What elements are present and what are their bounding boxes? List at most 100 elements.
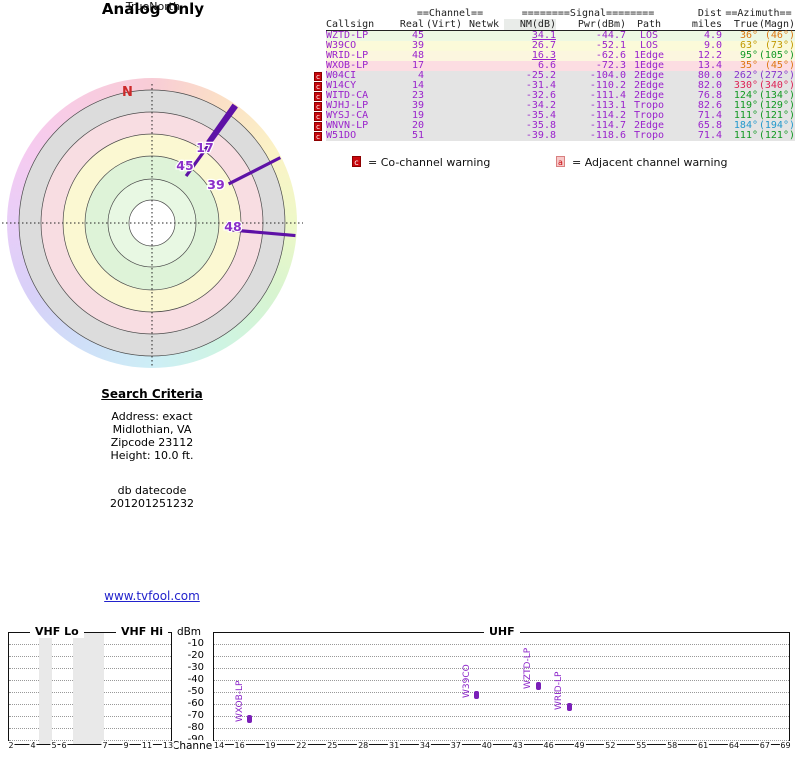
cell-netwk [464, 41, 504, 51]
band-gap [73, 633, 104, 744]
cell-virt [424, 61, 464, 71]
spoke-label-ch39: 39 [207, 177, 224, 192]
cell-real: 51 [396, 131, 424, 141]
radar-plot: 4517 39 48 [2, 84, 303, 366]
warning-cell [313, 41, 326, 51]
cell-virt [424, 71, 464, 81]
dbm-tick-label: -10 [187, 638, 204, 649]
co-channel-warning-icon: c [314, 101, 322, 111]
warning-cell [313, 31, 326, 42]
warning-cell: c [313, 131, 326, 141]
co-channel-warning-icon: c [314, 81, 322, 91]
warning-cell [313, 61, 326, 71]
warning-cell: c [313, 111, 326, 121]
dbm-tick-label: -60 [187, 698, 204, 709]
channel-tick: 22 [295, 741, 308, 750]
co-channel-warning-icon: c [314, 121, 322, 131]
channel-tick: 49 [573, 741, 586, 750]
tvfool-link[interactable]: www.tvfool.com [104, 589, 200, 603]
dbm-axis-label: dBm [176, 626, 202, 638]
table-group-header: ==Channel== ========Signal======== Dist … [313, 8, 795, 19]
gridline [214, 644, 789, 645]
dbm-tick-label: -40 [187, 674, 204, 685]
station-bar-W39CO [474, 690, 479, 699]
vhf-hi-title: VHF Hi [116, 625, 169, 638]
adjacent-channel-warning-icon: a [556, 156, 565, 167]
uhf-spectrum-panel [213, 632, 790, 745]
search-criteria-lines: Address: exact Midlothian, VA Zipcode 23… [110, 410, 194, 462]
cell-netwk [464, 91, 504, 101]
channel-group-header: ==Channel== [416, 7, 484, 19]
dbm-tick-label: -20 [187, 650, 204, 661]
azimuth-group-header: ==Azimuth== [725, 7, 792, 19]
gridline [214, 692, 789, 693]
station-table: ==Channel== ========Signal======== Dist … [313, 8, 795, 141]
warning-cell [313, 51, 326, 61]
co-channel-warning-icon: c [314, 131, 322, 141]
channel-tick: 40 [480, 741, 493, 750]
station-bar-WXOB-LP [247, 714, 253, 723]
channel-tick: 4 [29, 741, 37, 750]
channel-tick: 25 [326, 741, 339, 750]
col-nm: NM(dB) [504, 19, 556, 31]
radar-ring-5 [128, 199, 176, 247]
col-real: Real [396, 19, 424, 31]
channel-tick: 19 [264, 741, 277, 750]
cell-virt [424, 131, 464, 141]
co-channel-warning-icon: c [352, 156, 361, 167]
north-marker: N [122, 85, 133, 100]
cell-netwk [464, 81, 504, 91]
channel-tick: 43 [511, 741, 524, 750]
db-datecode-label: db datecode [117, 484, 187, 497]
dist-group-header: Dist [697, 7, 722, 19]
uhf-title: UHF [484, 625, 520, 638]
col-virt: (Virt) [424, 18, 464, 31]
channel-tick: 37 [449, 741, 462, 750]
dbm-tick-label: -50 [187, 686, 204, 697]
station-bar-WRID-LP [566, 703, 572, 712]
cell-pwr: -118.6 [556, 131, 626, 141]
gridline [214, 680, 789, 681]
warning-cell: c [313, 91, 326, 101]
co-channel-legend-text: = Co-channel warning [368, 156, 491, 169]
co-channel-warning-icon: c [314, 71, 322, 81]
col-magn: (Magn) [758, 18, 795, 31]
spoke-label-ch48: 48 [224, 219, 241, 234]
true-north-label: TrueNorth [125, 0, 181, 13]
cell-netwk [464, 121, 504, 131]
vhf-lo-title: VHF Lo [30, 625, 84, 638]
gridline [214, 716, 789, 717]
search-criteria-block: Search Criteria Address: exact Midlothia… [52, 387, 252, 511]
channel-tick: 11 [140, 741, 154, 750]
warning-cell: c [313, 101, 326, 111]
db-datecode-value: 201201251232 [110, 497, 194, 510]
channel-axis-label: Channel [172, 740, 216, 752]
site-link-wrap: www.tvfool.com [52, 589, 252, 603]
col-path: Path [626, 19, 672, 31]
channel-tick: 58 [666, 741, 679, 750]
cell-netwk [464, 131, 504, 141]
station-label-WRID-LP: WRID-LP [554, 671, 565, 711]
spoke-label-ch17: 17 [196, 140, 213, 155]
channel-tick: 55 [635, 741, 648, 750]
search-criteria-title: Search Criteria [101, 387, 203, 401]
vhf-spectrum-panel [8, 632, 172, 745]
co-channel-warning-icon: c [314, 91, 322, 101]
channel-tick: 14 [212, 741, 226, 750]
channel-tick: 67 [758, 741, 771, 750]
cell-netwk [464, 71, 504, 81]
cell-netwk [464, 30, 504, 41]
warning-cell: c [313, 121, 326, 131]
station-bar-WZTD-LP [535, 681, 541, 690]
cell-virt [424, 30, 464, 41]
col-true: True [722, 19, 758, 31]
channel-tick: 46 [542, 741, 555, 750]
signal-group-header: ========Signal======== [521, 7, 655, 19]
cell-virt [424, 91, 464, 101]
gridline [214, 728, 789, 729]
cell-magn: (121°) [758, 130, 795, 141]
dbm-tick-label: -70 [187, 710, 204, 721]
gridline [214, 668, 789, 669]
cell-netwk [464, 61, 504, 71]
cell-virt [424, 121, 464, 131]
